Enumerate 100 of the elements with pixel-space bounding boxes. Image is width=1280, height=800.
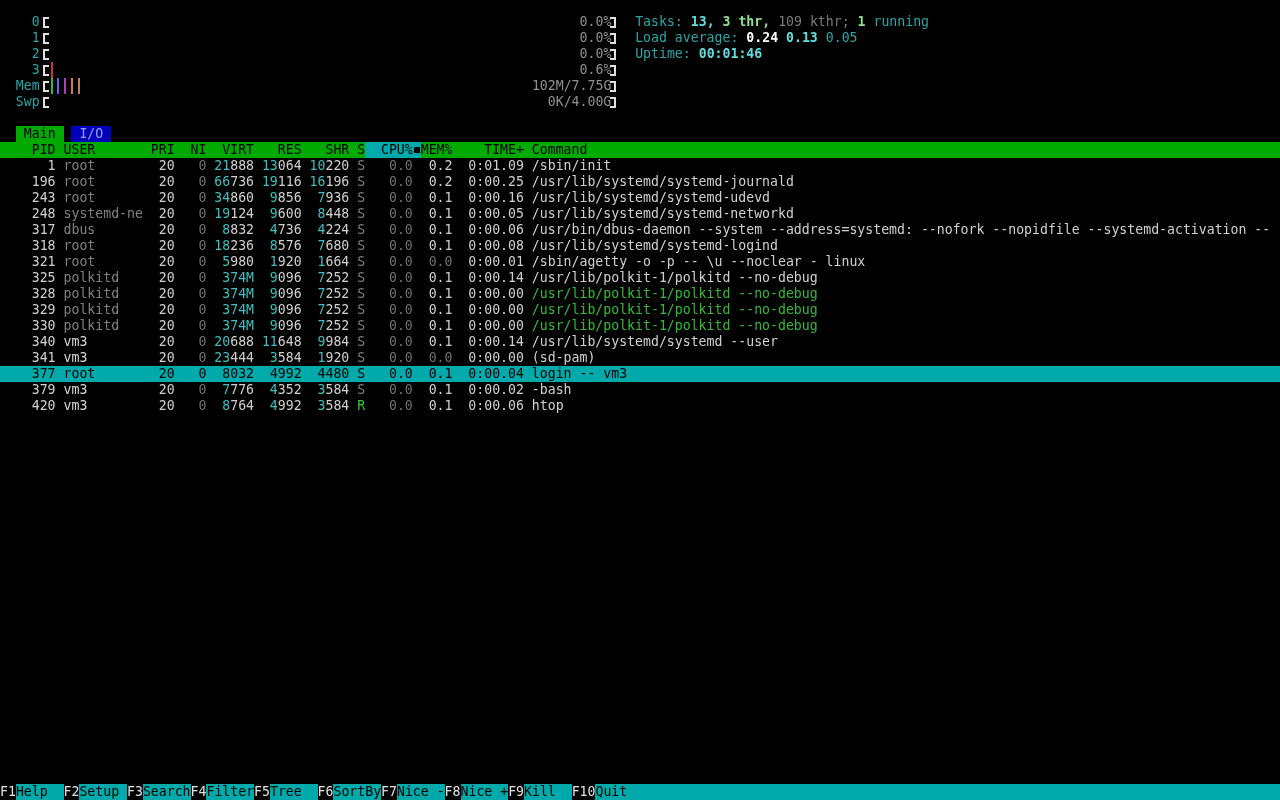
- function-key-button[interactable]: F8Nice +: [444, 784, 509, 800]
- table-cell-text: 0: [197, 302, 207, 318]
- table-cell-text: 7252: [316, 286, 350, 302]
- table-cell: -bash: [531, 382, 572, 398]
- process-row[interactable]: 317 dbus 20 0 8832 4736 4224 S 0.0 0.1 0:00.06 /usr/bin/dbus-daemon --system --address=systemd: --nofork --nopidfile --systemd-activation --: [0, 222, 1280, 238]
- process-row[interactable]: 318 root 20 0 18236 8576 7680 S 0.0 0.1 0:00.08 /usr/lib/systemd/systemd-logind: [0, 238, 1280, 254]
- table-cell-text: 0:00.01: [467, 254, 524, 270]
- table-cell-text: 8032: [221, 366, 254, 382]
- process-row[interactable]: 379 vm3 20 0 7776 4352 3584 S 0.0 0.1 0:00.02 -bash: [0, 382, 1280, 398]
- table-cell-text: 7776: [221, 382, 254, 398]
- column-header[interactable]: SHR: [301, 142, 350, 158]
- table-cell-text: S: [356, 206, 366, 222]
- function-key-button[interactable]: F4Filter: [190, 784, 255, 800]
- process-row[interactable]: 328 polkitd 20 0 374M 9096 7252 S 0.0 0.1 0:00.00 /usr/lib/polkit-1/polkitd --no-debug: [0, 286, 1280, 302]
- table-cell-text: 9984: [316, 334, 350, 350]
- table-cell-text: 9600: [268, 206, 302, 222]
- table-cell-text: 0.1: [427, 238, 453, 254]
- table-cell-text: 0:00.05: [467, 206, 524, 222]
- table-cell-text: 0: [197, 286, 207, 302]
- table-cell: /sbin/agetty -o -p -- \u --noclear - linux: [531, 254, 866, 270]
- column-header[interactable]: MEM%: [420, 142, 453, 158]
- column-header[interactable]: Command: [531, 142, 1263, 158]
- process-row[interactable]: 329 polkitd 20 0 374M 9096 7252 S 0.0 0.1 0:00.00 /usr/lib/polkit-1/polkitd --no-debug: [0, 302, 1280, 318]
- table-cell-text: 340: [30, 334, 56, 350]
- tab[interactable]: Main: [15, 126, 64, 142]
- meter-value: 0.0%: [578, 46, 612, 62]
- process-row[interactable]: 1 root 20 0 21888 13064 10220 S 0.0 0.2 0:01.09 /sbin/init: [0, 158, 1280, 174]
- table-cell-text: 0.1: [427, 270, 453, 286]
- column-header[interactable]: PRI: [142, 142, 175, 158]
- process-row[interactable]: 420 vm3 20 0 8764 4992 3584 R 0.0 0.1 0:00.06 htop: [0, 398, 1280, 414]
- meter-value: 0.0%: [578, 30, 612, 46]
- table-cell-text: S: [356, 318, 366, 334]
- process-row[interactable]: 196 root 20 0 66736 19116 16196 S 0.0 0.2 0:00.25 /usr/lib/systemd/systemd-journald: [0, 174, 1280, 190]
- process-row[interactable]: 341 vm3 20 0 23444 3584 1920 S 0.0 0.0 0:00.00 (sd-pam): [0, 350, 1280, 366]
- table-cell-text: 3584: [316, 382, 350, 398]
- table-cell-text: 196: [30, 174, 56, 190]
- process-row[interactable]: 325 polkitd 20 0 374M 9096 7252 S 0.0 0.1 0:00.14 /usr/lib/polkit-1/polkitd --no-debug: [0, 270, 1280, 286]
- table-cell-text: vm3: [63, 382, 89, 398]
- process-row[interactable]: 248 systemd-ne 20 0 19124 9600 8448 S 0.0 0.1 0:00.05 /usr/lib/systemd/systemd-networkd: [0, 206, 1280, 222]
- table-cell-text: 0.0: [387, 318, 413, 334]
- function-key-button[interactable]: F7Nice -: [381, 784, 445, 800]
- table-cell-text: 19116: [260, 174, 302, 190]
- column-header[interactable]: S: [349, 142, 366, 158]
- table-cell-text: 374M: [221, 286, 254, 302]
- table-cell-text: 8576: [268, 238, 302, 254]
- table-cell-text: 0:00.25: [467, 174, 524, 190]
- table-cell-text: 0: [197, 174, 207, 190]
- table-cell-text: 3584: [268, 350, 302, 366]
- table-cell-text: polkitd: [63, 286, 121, 302]
- table-cell-text: 0.0: [387, 302, 413, 318]
- column-header[interactable]: PID: [0, 142, 56, 158]
- table-cell-text: 66736: [213, 174, 254, 190]
- table-cell-text: 0.1: [427, 382, 453, 398]
- table-cell-text: 0.1: [427, 286, 453, 302]
- table-cell-text: S: [356, 238, 366, 254]
- table-cell-text: 379: [30, 382, 56, 398]
- meter-label: 0: [30, 14, 40, 30]
- column-header[interactable]: TIME+: [452, 142, 524, 158]
- column-header[interactable]: RES: [254, 142, 302, 158]
- table-cell-text: 0: [197, 206, 207, 222]
- function-key-button[interactable]: F6SortBy: [317, 784, 382, 800]
- column-header[interactable]: VIRT: [206, 142, 254, 158]
- table-cell-text: 20: [157, 350, 175, 366]
- table-cell-text: 0.0: [387, 366, 413, 382]
- process-row[interactable]: 243 root 20 0 34860 9856 7936 S 0.0 0.1 0:00.16 /usr/lib/systemd/systemd-udevd: [0, 190, 1280, 206]
- table-cell-text: 0:00.00: [467, 318, 524, 334]
- table-cell-text: S: [356, 190, 366, 206]
- table-cell-text: 7252: [316, 302, 350, 318]
- table-cell-text: 20: [157, 302, 175, 318]
- column-header[interactable]: NI: [174, 142, 207, 158]
- process-row[interactable]: 340 vm3 20 0 20688 11648 9984 S 0.0 0.1 0:00.14 /usr/lib/systemd/systemd --user: [0, 334, 1280, 350]
- process-row[interactable]: 321 root 20 0 5980 1920 1664 S 0.0 0.0 0:00.01 /sbin/agetty -o -p -- \u --noclear - linux: [0, 254, 1280, 270]
- table-cell-text: 328: [30, 286, 56, 302]
- process-row[interactable]: 330 polkitd 20 0 374M 9096 7252 S 0.0 0.1 0:00.00 /usr/lib/polkit-1/polkitd --no-debug: [0, 318, 1280, 334]
- table-cell-text: 0:00.08: [467, 238, 524, 254]
- tab[interactable]: I/O: [71, 126, 112, 142]
- table-cell-text: 11648: [260, 334, 302, 350]
- table-cell-text: 8448: [316, 206, 350, 222]
- function-key-button[interactable]: F3Search: [127, 784, 191, 800]
- table-cell-text: 13064: [260, 158, 302, 174]
- table-cell: /usr/lib/polkit-1/polkitd --no-debug: [531, 302, 818, 318]
- meter-label: Swp: [14, 94, 40, 110]
- table-cell-text: 0:00.14: [467, 270, 524, 286]
- table-cell-text: 330: [30, 318, 56, 334]
- table-cell-text: 4352: [268, 382, 302, 398]
- column-header[interactable]: CPU%: [365, 142, 421, 158]
- table-cell-text: 9096: [268, 318, 302, 334]
- table-cell-text: 20: [157, 174, 175, 190]
- table-cell-text: 1664: [316, 254, 350, 270]
- table-cell-text: root: [63, 190, 97, 206]
- table-cell-text: vm3: [63, 334, 89, 350]
- table-cell-text: 0: [197, 382, 207, 398]
- table-cell-text: root: [63, 174, 97, 190]
- column-header[interactable]: USER: [63, 142, 143, 158]
- process-row[interactable]: 377 root 20 0 8032 4992 4480 S 0.0 0.1 0:00.04 login -- vm3: [0, 366, 1280, 382]
- table-cell: /usr/lib/systemd/systemd-udevd: [531, 190, 771, 206]
- table-cell-text: 0.1: [427, 318, 453, 334]
- table-cell-text: 7680: [316, 238, 350, 254]
- table-cell-text: polkitd: [63, 318, 121, 334]
- table-cell-text: root: [63, 158, 97, 174]
